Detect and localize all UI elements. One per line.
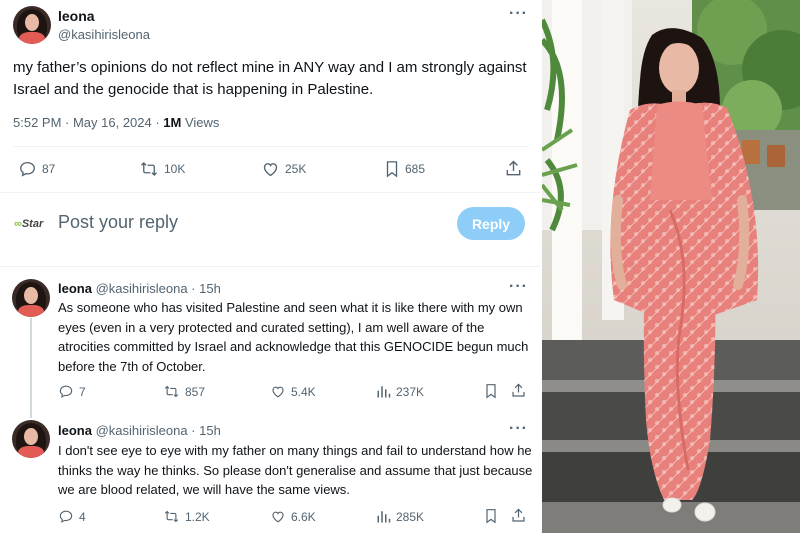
bookmark-button[interactable]: 685 <box>384 160 425 178</box>
photo <box>542 0 800 533</box>
tweet-timestamp[interactable]: 5:52 PM · May 16, 2024 · <box>13 115 163 130</box>
avatar[interactable] <box>12 420 50 458</box>
share-icon <box>512 383 525 397</box>
reply-header: leona @kasihirisleona · 15h <box>58 281 221 296</box>
retweet-icon <box>141 162 157 176</box>
author-handle[interactable]: @kasihirisleona · 15h <box>96 423 221 438</box>
thread-line <box>30 318 32 418</box>
retweet-count: 857 <box>185 384 206 399</box>
reply-count: 7 <box>79 384 86 399</box>
heart-icon <box>263 163 278 177</box>
more-dots-icon[interactable]: ··· <box>509 420 528 438</box>
views-button[interactable]: 237K <box>376 384 424 399</box>
more-dots-icon[interactable]: ··· <box>509 5 528 23</box>
reply-button[interactable]: 4 <box>58 509 86 524</box>
author-name[interactable]: leona <box>58 281 92 296</box>
like-count: 6.6K <box>291 509 316 524</box>
comment-icon <box>20 161 35 177</box>
reply-count: 87 <box>42 162 56 176</box>
share-button[interactable] <box>505 159 522 178</box>
like-button[interactable]: 6.6K <box>270 509 316 524</box>
author-handle[interactable]: @kasihirisleona <box>58 27 150 42</box>
author-handle[interactable]: @kasihirisleona · 15h <box>96 281 221 296</box>
share-icon <box>512 508 525 522</box>
views-chart-icon <box>377 511 391 523</box>
reply-text: As someone who has visited Palestine and… <box>58 300 529 374</box>
views-count: 1M <box>163 115 182 130</box>
avatar[interactable] <box>12 279 50 317</box>
divider <box>0 266 540 267</box>
author-name[interactable]: leona <box>58 423 92 438</box>
reply-header: leona @kasihirisleona · 15h <box>58 423 221 438</box>
bookmark-count: 685 <box>405 162 426 176</box>
bookmark-button[interactable] <box>484 383 498 399</box>
heart-icon <box>272 511 284 523</box>
avatar[interactable] <box>13 6 51 44</box>
watermark-logo: ∞Star <box>14 218 44 230</box>
woman-in-pink-dress-photo <box>542 0 800 533</box>
retweet-button[interactable]: 10K <box>139 160 185 178</box>
reply-input[interactable]: Post your reply <box>58 212 178 233</box>
share-button[interactable] <box>511 382 526 399</box>
heart-icon <box>272 386 284 398</box>
divider <box>13 146 528 147</box>
bookmark-icon <box>486 509 496 524</box>
retweet-count: 10K <box>164 162 186 176</box>
like-count: 25K <box>285 162 307 176</box>
like-button[interactable]: 25K <box>261 160 306 178</box>
reply-button[interactable]: 7 <box>58 384 86 399</box>
like-count: 5.4K <box>291 384 316 399</box>
comment-icon <box>59 510 73 523</box>
views-button[interactable]: 285K <box>376 509 424 524</box>
views-count: 285K <box>396 509 425 524</box>
divider <box>0 192 540 193</box>
bookmark-icon <box>486 384 496 399</box>
bookmark-button[interactable] <box>484 508 498 524</box>
views-count: 237K <box>396 384 425 399</box>
bookmark-icon <box>386 161 398 178</box>
views-chart-icon <box>377 386 391 398</box>
retweet-icon <box>164 385 179 398</box>
retweet-button[interactable]: 857 <box>163 384 205 399</box>
more-dots-icon[interactable]: ··· <box>509 278 528 296</box>
reply-button[interactable]: 87 <box>18 160 55 178</box>
views-label: Views <box>181 115 220 130</box>
reply-text: I don't see eye to eye with my father on… <box>58 443 533 497</box>
retweet-button[interactable]: 1.2K <box>163 509 210 524</box>
share-button[interactable] <box>511 507 526 524</box>
author-name[interactable]: leona <box>58 8 95 24</box>
comment-icon <box>59 385 73 398</box>
share-icon <box>506 160 521 176</box>
tweet-panel: leona @kasihirisleona ··· my father’s op… <box>0 0 540 533</box>
retweet-count: 1.2K <box>185 509 210 524</box>
tweet-meta: 5:52 PM · May 16, 2024 · 1M Views <box>13 115 219 130</box>
tweet-text: my father’s opinions do not reflect mine… <box>13 59 527 98</box>
reply-count: 4 <box>79 509 86 524</box>
like-button[interactable]: 5.4K <box>270 384 316 399</box>
retweet-icon <box>164 510 179 523</box>
reply-submit-button[interactable]: Reply <box>457 207 525 240</box>
